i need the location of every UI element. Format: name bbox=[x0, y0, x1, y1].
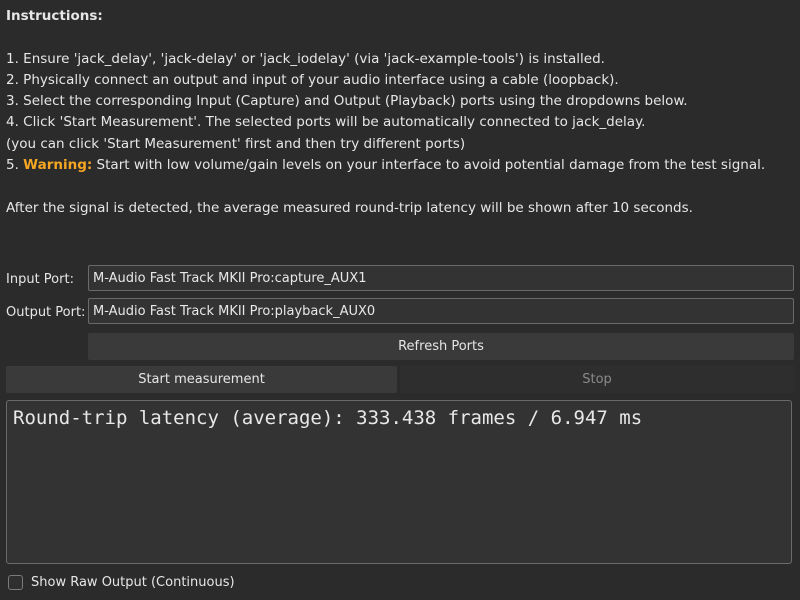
instruction-step-1: 1. Ensure 'jack_delay', 'jack-delay' or … bbox=[6, 50, 605, 67]
instructions-spacer-2 bbox=[6, 176, 794, 197]
jack-delay-window: Instructions: 1. Ensure 'jack_delay', 'j… bbox=[0, 0, 800, 600]
input-port-dropdown[interactable]: M-Audio Fast Track MKII Pro:capture_AUX1 bbox=[88, 265, 794, 291]
instruction-step-5: 5. Warning: Start with low volume/gain l… bbox=[6, 155, 794, 176]
output-port-dropdown[interactable]: M-Audio Fast Track MKII Pro:playback_AUX… bbox=[88, 298, 794, 324]
step-5-text: Start with low volume/gain levels on you… bbox=[92, 157, 766, 174]
start-measurement-button[interactable]: Start measurement bbox=[6, 366, 397, 393]
output-port-row: Output Port: bbox=[6, 300, 88, 324]
raw-output-label: Show Raw Output (Continuous) bbox=[31, 575, 235, 590]
instructions-title: Instructions: bbox=[6, 8, 103, 24]
instructions-panel: Instructions: 1. Ensure 'jack_delay', 'j… bbox=[6, 6, 794, 219]
instructions-spacer bbox=[6, 27, 794, 48]
stop-button[interactable]: Stop bbox=[400, 366, 794, 393]
instruction-step-4: 4. Click 'Start Measurement'. The select… bbox=[6, 114, 646, 131]
raw-output-toggle[interactable]: Show Raw Output (Continuous) bbox=[8, 575, 235, 590]
instruction-step-4-note: (you can click 'Start Measurement' first… bbox=[6, 135, 466, 152]
instructions-note: After the signal is detected, the averag… bbox=[6, 199, 693, 216]
raw-output-checkbox[interactable] bbox=[8, 575, 23, 590]
output-port-label: Output Port: bbox=[6, 304, 86, 320]
input-port-label: Input Port: bbox=[6, 271, 74, 287]
refresh-ports-button[interactable]: Refresh Ports bbox=[88, 333, 794, 360]
instruction-step-3: 3. Select the corresponding Input (Captu… bbox=[6, 93, 688, 110]
input-port-row: Input Port: bbox=[6, 267, 88, 291]
step-5-prefix: 5. bbox=[6, 157, 24, 174]
result-output-area[interactable]: Round-trip latency (average): 333.438 fr… bbox=[6, 400, 792, 564]
instruction-step-2: 2. Physically connect an output and inpu… bbox=[6, 71, 619, 88]
latency-result-text: Round-trip latency (average): 333.438 fr… bbox=[13, 407, 643, 429]
warning-label: Warning: bbox=[23, 157, 93, 174]
